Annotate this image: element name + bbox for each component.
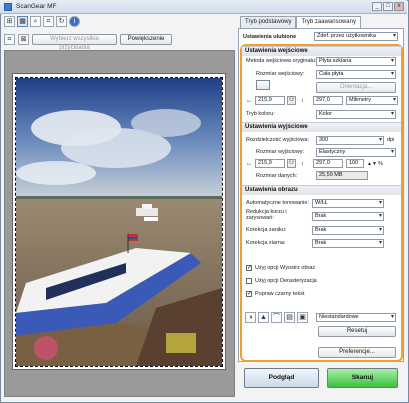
color-mode-label: Tryb koloru: [246, 111, 275, 117]
crop-icon[interactable]: ⌗ [43, 16, 54, 27]
close-button[interactable]: x [394, 2, 404, 11]
aspect-lock-icon[interactable]: ⚇ [287, 96, 296, 105]
input-source-label: Metoda wejściowa oryginału: [246, 58, 317, 64]
window-title: ScanGear MF [16, 3, 57, 10]
crop-frame[interactable] [15, 77, 223, 367]
scale-field[interactable]: 100 [346, 159, 364, 168]
scan-button[interactable]: Skanuj [327, 368, 398, 388]
descreen-label: Użyj opcji Derasteryzacja [255, 278, 317, 284]
curve-icon[interactable]: ⌒ [271, 312, 282, 323]
auto-tone-label: Automatyczne tonowanie: [246, 200, 309, 206]
zoom-button[interactable]: Powiększenie [120, 33, 172, 45]
scale-spinner-icon[interactable]: ▲▼ [367, 161, 377, 167]
color-mode-select[interactable]: Kolor [316, 110, 396, 119]
fading-select[interactable]: Brak [312, 226, 384, 235]
reset-button[interactable]: Resetuj [318, 326, 396, 337]
percent-label: % [378, 161, 383, 167]
preview-button[interactable]: Podgląd [244, 368, 319, 388]
output-width-icon: ↔ [246, 161, 252, 167]
preferences-button[interactable]: Preferencje... [318, 347, 396, 358]
minimize-button[interactable]: _ [372, 2, 382, 11]
output-width-field[interactable]: 215,9 [255, 159, 285, 168]
unsharp-checkbox[interactable]: ✓ [246, 265, 252, 271]
dust-select[interactable]: Brak [312, 212, 384, 221]
mode-tabs: Tryb podstawowy Tryb zaawansowany [240, 16, 361, 29]
favorites-select[interactable]: Zdef. przez użytkownika [314, 32, 398, 41]
select-area-icon[interactable]: ▦ [17, 16, 28, 27]
output-size-select[interactable]: Elastyczny [316, 148, 396, 157]
preview-toolbar: ⊞ ▦ ⌕ ⌗ ↻ i [4, 16, 80, 28]
input-size-label: Rozmiar wejściowy: [256, 71, 305, 77]
resolution-select[interactable]: 300 [316, 136, 384, 145]
input-settings-header: Ustawienia wejściowe [242, 46, 401, 56]
input-size-select[interactable]: Cała płyta [316, 70, 396, 79]
output-size-label: Rozmiar wyjściowy: [256, 149, 304, 155]
unit-select[interactable]: Milimetry [346, 96, 398, 105]
crop-frame-icon[interactable]: ⌗ [4, 33, 15, 45]
output-settings-header: Ustawienia wyjściowe [242, 122, 401, 132]
image-settings-header: Ustawienia obrazu [242, 185, 401, 195]
rotate-icon[interactable]: ↻ [56, 16, 67, 27]
maximize-button[interactable]: □ [383, 2, 393, 11]
page-orientation-icon [256, 80, 270, 90]
width-icon: ↔ [246, 98, 252, 104]
descreen-checkbox[interactable] [246, 278, 252, 284]
scan-mode-icon[interactable]: ⊞ [4, 16, 15, 27]
input-height-field[interactable]: 297,0 [313, 96, 343, 105]
unsharp-label: Użyj opcji Wyostrz obraz [255, 265, 316, 271]
dpi-label: dpi [387, 137, 395, 143]
resolution-label: Rozdzielczość wyjściowa: [246, 137, 309, 143]
data-size-value: 25,59 MB [316, 171, 368, 180]
zoom-icon[interactable]: ⌕ [30, 16, 41, 27]
tab-basic-mode[interactable]: Tryb podstawowy [240, 16, 297, 28]
histogram-icon[interactable]: ▲ [258, 312, 269, 323]
delete-crop-icon[interactable]: ⊠ [18, 33, 29, 45]
orientation-button[interactable]: Orientacja... [316, 82, 396, 93]
select-all-crops-button[interactable]: Wybierz wszystkie przycinania [32, 33, 117, 51]
title-bar: ScanGear MF [0, 0, 407, 14]
info-icon[interactable]: i [69, 16, 80, 27]
final-review-icon[interactable]: ▣ [297, 312, 308, 323]
height-icon: ↕ [301, 98, 304, 104]
brightness-icon[interactable]: ◑ [245, 312, 256, 323]
preset-select[interactable]: Niestandardowe [316, 313, 396, 322]
data-size-label: Rozmiar danych: [256, 173, 298, 179]
fading-label: Korekcja zaniku: [246, 227, 287, 233]
text-enhance-label: Popraw czarny tekst [255, 291, 305, 297]
output-height-icon: ↕ [301, 161, 304, 167]
favorites-label: Ustawienia ulubione [243, 34, 297, 40]
auto-tone-select[interactable]: W/ŁŁ [312, 199, 384, 208]
crop-toolbar: ⌗ ⊠ Wybierz wszystkie przycinania Powięk… [4, 32, 172, 51]
input-source-select[interactable]: Płyta szklana [316, 57, 396, 66]
grain-select[interactable]: Brak [312, 239, 384, 248]
levels-icon[interactable]: ▤ [284, 312, 295, 323]
output-lock-icon[interactable]: ⚇ [287, 159, 296, 168]
app-icon [4, 2, 12, 11]
grain-label: Korekcja ziarna: [246, 240, 286, 246]
output-height-field[interactable]: 297,0 [313, 159, 343, 168]
dust-label: Redukcja kurzu i zarysowań: [246, 209, 287, 221]
text-enhance-checkbox[interactable]: ✓ [246, 291, 252, 297]
input-width-field[interactable]: 215,9 [255, 96, 285, 105]
